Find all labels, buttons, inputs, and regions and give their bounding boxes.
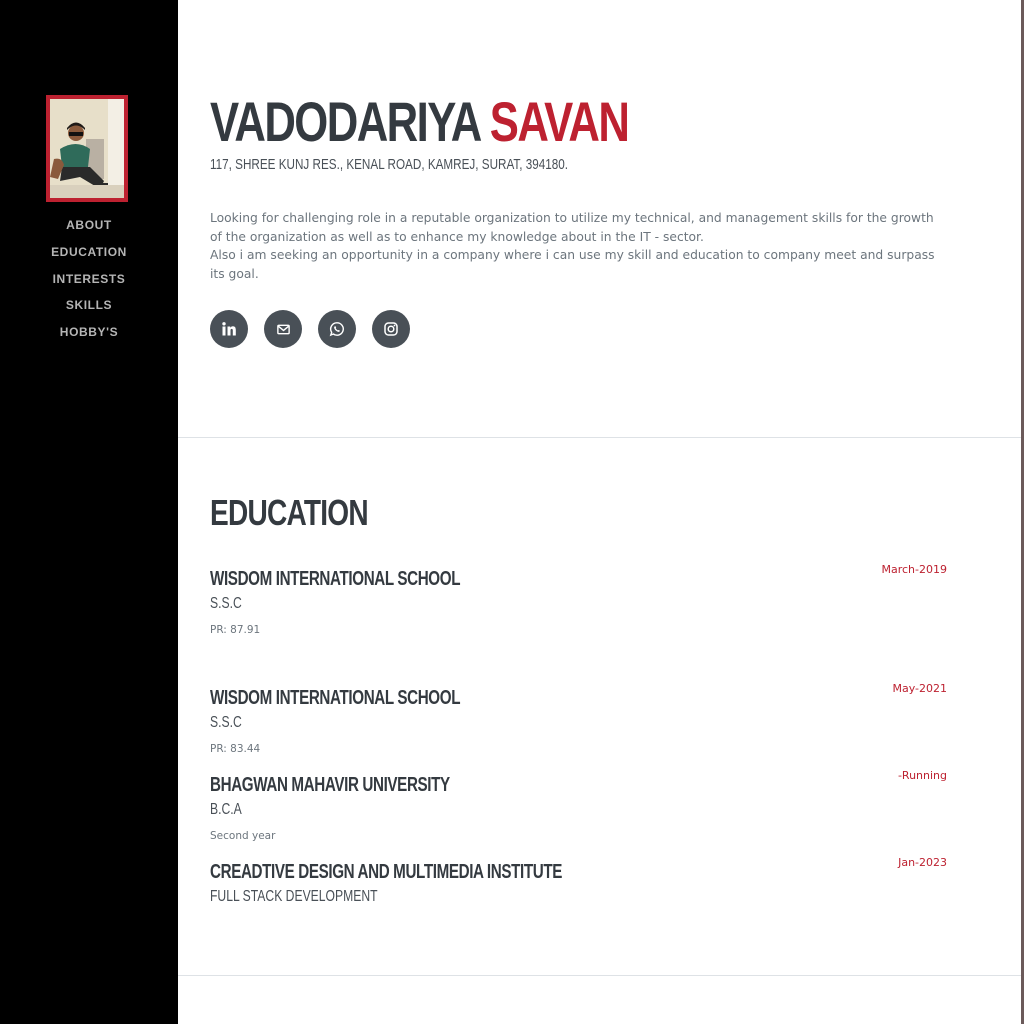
last-name: SAVAN: [489, 90, 630, 153]
education-item: Wisdom International School S.S.C PR: 87…: [210, 563, 947, 636]
education-date: -Running: [897, 769, 947, 782]
education-note: Second year: [210, 830, 276, 842]
main-content: VADODARIYA SAVAN 117, Shree Kunj Res., K…: [178, 0, 1021, 1024]
education-school: Creadtive Design and Multimedia Institut…: [210, 861, 563, 883]
section-divider: [178, 975, 1021, 976]
whatsapp-icon: [329, 322, 344, 337]
page-title: VADODARIYA SAVAN: [210, 90, 630, 154]
social-links: [210, 310, 410, 348]
education-degree: S.S.C: [210, 595, 242, 612]
sidebar: About Education Interests Skills Hobby's: [0, 0, 178, 1024]
address: 117, Shree Kunj Res., Kenal Road, Kamrej…: [210, 156, 569, 173]
education-school: Wisdom International School: [210, 568, 461, 590]
education-date: March-2019: [881, 563, 948, 576]
avatar: [46, 95, 128, 202]
section-divider: [178, 437, 1021, 438]
email-button[interactable]: [264, 310, 302, 348]
education-item: Creadtive Design and Multimedia Institut…: [210, 856, 947, 908]
nav-about[interactable]: About: [66, 218, 112, 232]
nav-skills[interactable]: Skills: [66, 298, 112, 312]
education-date: Jan-2023: [898, 856, 947, 869]
instagram-icon: [384, 322, 398, 336]
education-school: Bhagwan Mahavir University: [210, 774, 450, 796]
nav-hobbies[interactable]: Hobby's: [60, 325, 118, 339]
instagram-button[interactable]: [372, 310, 410, 348]
education-degree: B.C.A: [210, 801, 242, 818]
about-paragraph-2: Also i am seeking an opportunity in a co…: [210, 248, 935, 281]
education-note: PR: 83.44: [210, 743, 261, 755]
mail-icon: [276, 324, 290, 334]
nav-education[interactable]: Education: [51, 245, 127, 259]
education-date: May-2021: [892, 682, 947, 695]
linkedin-icon: [222, 322, 236, 336]
education-degree: Full Stack Development: [210, 888, 378, 905]
whatsapp-button[interactable]: [318, 310, 356, 348]
education-school: Wisdom International School: [210, 687, 461, 709]
education-item: Wisdom International School S.S.C PR: 83…: [210, 682, 947, 755]
education-title: Education: [210, 492, 369, 533]
education-item: Bhagwan Mahavir University B.C.A Second …: [210, 769, 947, 842]
linkedin-button[interactable]: [210, 310, 248, 348]
nav-interests[interactable]: Interests: [53, 272, 126, 286]
sidebar-nav: About Education Interests Skills Hobby's: [0, 212, 178, 345]
education-note: PR: 87.91: [210, 624, 261, 636]
about-paragraph-1: Looking for challenging role in a reputa…: [210, 211, 934, 244]
first-name: VADODARIYA: [210, 90, 481, 153]
education-degree: S.S.C: [210, 714, 242, 731]
about-text: Looking for challenging role in a reputa…: [210, 209, 940, 283]
profile-photo: [50, 99, 124, 198]
